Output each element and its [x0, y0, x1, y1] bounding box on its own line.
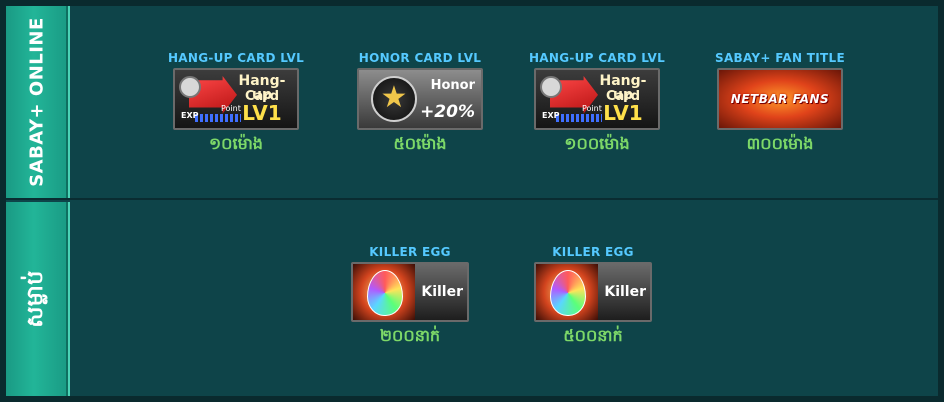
reward-requirement: ២០០នាក់ [379, 326, 441, 345]
rewards-panel: SABAY+ ONLINE Hang-Up Card LVl EXP Point… [0, 0, 944, 402]
reward-requirement: ១០០ម៉ោង [564, 134, 630, 153]
card-exp-label: EXP [181, 111, 199, 120]
row-label: សម្លាប់ [23, 270, 48, 328]
row-label: SABAY+ ONLINE [26, 17, 48, 187]
reward-item[interactable]: Killer Egg Killer ៥០០នាក់ [503, 244, 683, 347]
reward-item[interactable]: Sabay+ Fan Title NETBAR FANS ៣០០ម៉ោង [690, 50, 870, 155]
hang-up-card-icon: EXP Point Hang-up Card LV1 [534, 68, 660, 130]
reward-item[interactable]: Honor Card LVl ★ Honor +20% ៥០ម៉ោង [330, 50, 510, 155]
hang-up-card-icon: EXP Point Hang-up Card LV1 [173, 68, 299, 130]
honor-card-icon: ★ Honor +20% [357, 68, 483, 130]
reward-title: Killer Egg [552, 245, 634, 259]
reward-item[interactable]: Hang-Up Card LVl EXP Point Hang-up Card … [507, 50, 687, 155]
reward-requirement: ៥០០នាក់ [563, 326, 623, 345]
card-line-1: NETBAR FANS [730, 92, 830, 106]
card-line-1: Honor [430, 78, 475, 93]
reward-title: Honor Card LVl [358, 51, 482, 65]
card-line-3: LV1 [242, 101, 282, 125]
reward-title: Sabay+ Fan Title [715, 51, 845, 65]
row-label-tab: សម្លាប់ [6, 202, 70, 396]
reward-requirement: ១០ម៉ោង [209, 134, 263, 153]
card-line-3: LV1 [603, 101, 643, 125]
online-reward-row: SABAY+ ONLINE Hang-Up Card LVl EXP Point… [6, 6, 938, 200]
card-line-2: +20% [420, 102, 475, 122]
killer-egg-icon: Killer [351, 262, 469, 322]
reward-item[interactable]: Killer Egg Killer ២០០នាក់ [320, 244, 500, 347]
card-line-1: Killer [421, 284, 463, 300]
fan-title-icon: NETBAR FANS [717, 68, 843, 130]
reward-title: Hang-Up Card LVl [167, 51, 305, 65]
row-label-tab: SABAY+ ONLINE [6, 6, 70, 198]
reward-title: Killer Egg [369, 245, 451, 259]
card-line-1: Killer [604, 284, 646, 300]
reward-requirement: ៥០ម៉ោង [393, 134, 447, 153]
killer-egg-icon: Killer [534, 262, 652, 322]
card-exp-label: EXP [542, 111, 560, 120]
reward-title: Hang-Up Card LVl [528, 51, 666, 65]
reward-item[interactable]: Hang-Up Card LVl EXP Point Hang-up Card … [146, 50, 326, 155]
kill-reward-row: សម្លាប់ Killer Egg Killer ២០០នាក់ Killer… [6, 202, 938, 396]
reward-requirement: ៣០០ម៉ោង [746, 134, 814, 153]
